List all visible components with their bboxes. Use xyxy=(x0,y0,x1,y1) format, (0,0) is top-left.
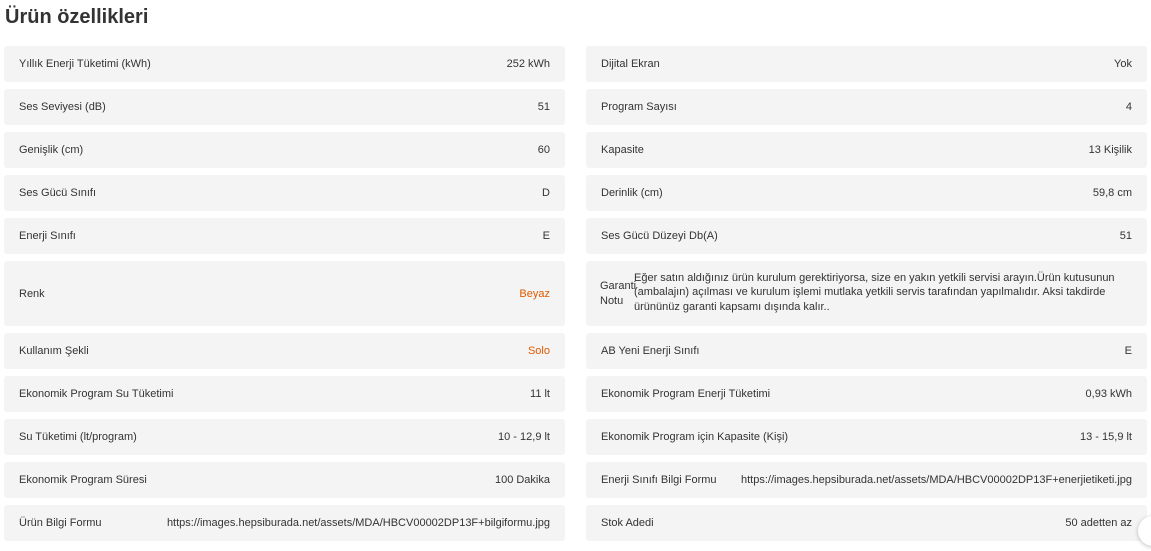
spec-row-sound-power-class: Ses Gücü Sınıfı D xyxy=(4,175,565,211)
spec-value: 60 xyxy=(537,144,550,156)
spec-label: Program Sayısı xyxy=(601,101,677,113)
spec-label: Renk xyxy=(19,287,45,300)
spec-row-eco-duration: Ekonomik Program Süresi 100 Dakika xyxy=(4,462,565,498)
spec-row-digital-display: Dijital Ekran Yok xyxy=(586,46,1147,82)
spec-row-depth: Derinlik (cm) 59,8 cm xyxy=(586,175,1147,211)
spec-row-product-info-form: Ürün Bilgi Formu https://images.hepsibur… xyxy=(4,505,565,541)
spec-row-energy-class: Enerji Sınıfı E xyxy=(4,218,565,254)
spec-label: Garanti Notu xyxy=(600,279,637,307)
color-value-link[interactable]: Beyaz xyxy=(519,288,550,300)
spec-value: 0,93 kWh xyxy=(1085,388,1132,400)
spec-label: Enerji Sınıfı Bilgi Formu xyxy=(601,474,717,486)
spec-label: Ekonomik Program Enerji Tüketimi xyxy=(601,388,771,400)
spec-row-water-consumption: Su Tüketimi (lt/program) 10 - 12,9 lt xyxy=(4,419,565,455)
spec-value: 4 xyxy=(1125,101,1132,113)
specs-right-column: Dijital Ekran Yok Program Sayısı 4 Kapas… xyxy=(586,46,1147,548)
spec-label: Kapasite xyxy=(601,144,644,156)
product-info-form-link[interactable]: https://images.hepsiburada.net/assets/MD… xyxy=(167,517,550,529)
spec-label: Ses Seviyesi (dB) xyxy=(19,101,106,113)
specs-left-column: Yıllık Enerji Tüketimi (kWh) 252 kWh Ses… xyxy=(4,46,565,548)
usage-type-value-link[interactable]: Solo xyxy=(528,345,550,357)
spec-label: Ekonomik Program Süresi xyxy=(19,474,147,486)
spec-label: AB Yeni Enerji Sınıfı xyxy=(601,345,700,357)
energy-info-form-link[interactable]: https://images.hepsiburada.net/assets/MD… xyxy=(741,474,1132,486)
spec-row-energy-info-form: Enerji Sınıfı Bilgi Formu https://images… xyxy=(586,462,1147,498)
spec-value: E xyxy=(1124,345,1132,357)
spec-value: 59,8 cm xyxy=(1092,187,1132,199)
spec-label: Derinlik (cm) xyxy=(601,187,663,199)
spec-label: Yıllık Enerji Tüketimi (kWh) xyxy=(19,58,151,70)
spec-value: 51 xyxy=(1119,230,1132,242)
spec-value: D xyxy=(542,187,550,199)
spec-value: 13 - 15,9 lt xyxy=(1080,431,1132,443)
spec-row-eco-water: Ekonomik Program Su Tüketimi 11 lt xyxy=(4,376,565,412)
spec-value: Yok xyxy=(1114,58,1132,70)
spec-row-annual-energy: Yıllık Enerji Tüketimi (kWh) 252 kWh xyxy=(4,46,565,82)
spec-row-capacity: Kapasite 13 Kişilik xyxy=(586,132,1147,168)
spec-label: Ses Gücü Düzeyi Db(A) xyxy=(601,230,718,242)
spec-label: Genişlik (cm) xyxy=(19,144,84,156)
spec-row-stock: Stok Adedi 50 adetten az xyxy=(586,505,1147,541)
spec-label: Stok Adedi xyxy=(601,517,654,529)
spec-value: 11 lt xyxy=(530,388,550,400)
spec-value: 252 kWh xyxy=(506,58,550,70)
spec-value: 100 Dakika xyxy=(494,474,550,486)
spec-value: 50 adetten az xyxy=(1065,517,1132,529)
spec-label: Ekonomik Program Su Tüketimi xyxy=(19,388,174,400)
spec-label: Ekonomik Program için Kapasite (Kişi) xyxy=(601,431,789,443)
spec-row-eco-capacity: Ekonomik Program için Kapasite (Kişi) 13… xyxy=(586,419,1147,455)
section-title: Ürün özellikleri xyxy=(5,6,149,28)
spec-row-program-count: Program Sayısı 4 xyxy=(586,89,1147,125)
spec-row-sound-power-level: Ses Gücü Düzeyi Db(A) 51 xyxy=(586,218,1147,254)
spec-label: Su Tüketimi (lt/program) xyxy=(19,431,137,443)
spec-value: 13 Kişilik xyxy=(1088,144,1132,156)
spec-row-width: Genişlik (cm) 60 xyxy=(4,132,565,168)
spec-row-warranty-note: Garanti Notu Eğer satın aldığınız ürün k… xyxy=(586,261,1147,326)
warranty-note-text: Eğer satın aldığınız ürün kurulum gerekt… xyxy=(634,271,1115,313)
spec-row-usage-type: Kullanım Şekli Solo xyxy=(4,333,565,369)
spec-row-eu-energy-class: AB Yeni Enerji Sınıfı E xyxy=(586,333,1147,369)
spec-value: 51 xyxy=(537,101,550,113)
spec-label: Kullanım Şekli xyxy=(19,345,89,357)
spec-label: Ses Gücü Sınıfı xyxy=(19,187,97,199)
spec-label: Ürün Bilgi Formu xyxy=(19,517,102,529)
spec-label: Dijital Ekran xyxy=(601,58,660,70)
spec-label: Enerji Sınıfı xyxy=(19,230,76,242)
spec-value: 10 - 12,9 lt xyxy=(498,431,550,443)
spec-row-noise-level: Ses Seviyesi (dB) 51 xyxy=(4,89,565,125)
spec-row-eco-energy: Ekonomik Program Enerji Tüketimi 0,93 kW… xyxy=(586,376,1147,412)
spec-value: E xyxy=(542,230,550,242)
spec-row-color: Renk Beyaz xyxy=(4,261,565,326)
